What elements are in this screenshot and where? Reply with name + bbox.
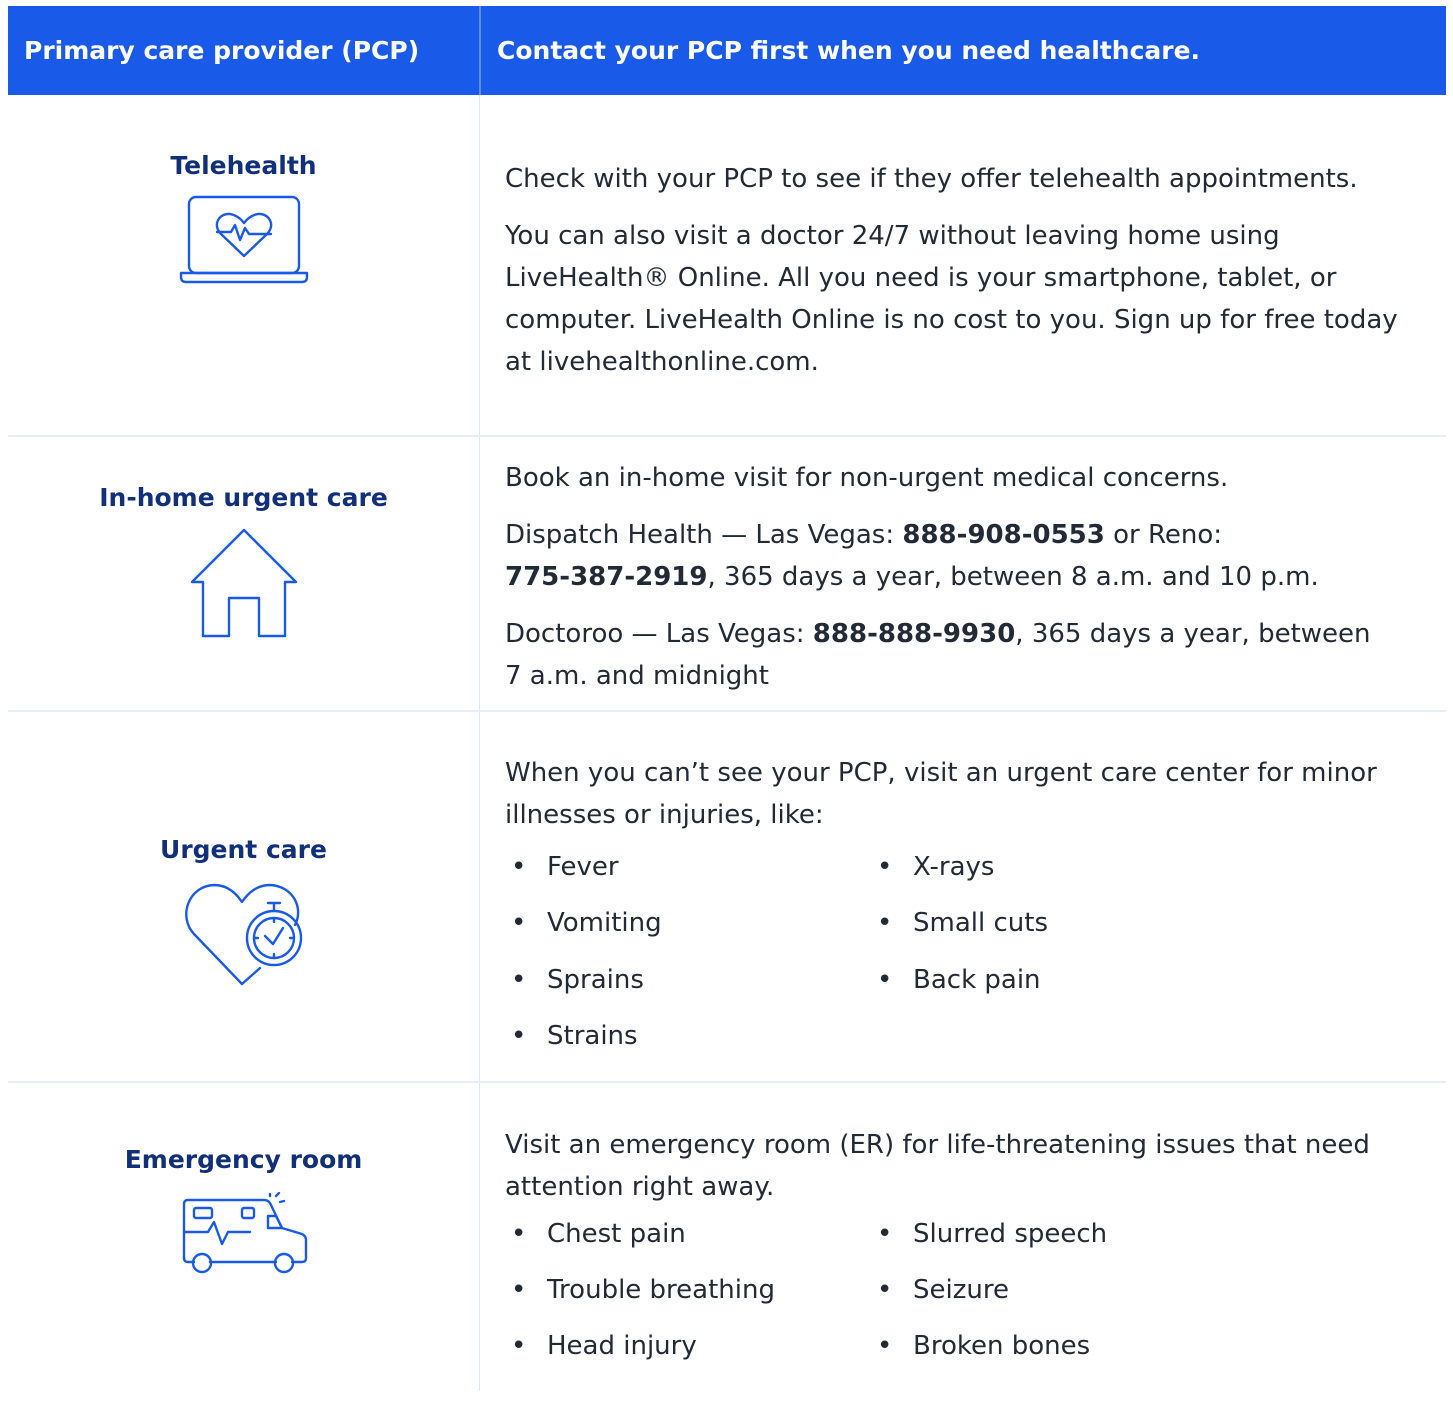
bullet-dot: • [511,1275,527,1305]
list-item-text: Sprains [547,965,644,995]
list-item-text: Vomiting [547,908,662,938]
house-icon [189,526,299,638]
bullet-dot: • [877,852,893,882]
row-description: When you can’t see your PCP, visit an ur… [505,752,1445,1081]
bullet-dot: • [877,1331,893,1361]
list-item: • X-rays [877,846,994,888]
row-description: Visit an emergency room (ER) for life-th… [505,1124,1445,1403]
list-item-text: X-rays [913,852,995,882]
header-right: Contact your PCP first when you need hea… [497,36,1201,65]
list-item: • Trouble breathing [511,1269,775,1311]
list-item-text: Slurred speech [913,1219,1108,1249]
row-title: In-home urgent care [99,483,388,512]
dispatch-health-info: Dispatch Health — Las Vegas: 888-908-055… [505,514,1445,598]
bullet-dot: • [877,965,893,995]
dispatch-suffix: , 365 days a year, between 8 a.m. and 10… [707,562,1319,592]
dispatch-prefix: Dispatch Health — Las Vegas: [505,520,903,550]
list-item-text: Chest pain [547,1219,686,1249]
list-item: • Seizure [877,1269,1009,1311]
row-title: Telehealth [170,151,317,180]
laptop-heart-icon [179,194,309,284]
telehealth-paragraph-1: Check with your PCP to see if they offer… [505,164,1358,194]
heart-stopwatch-icon [182,876,306,988]
list-item-text: Broken bones [913,1331,1091,1361]
list-item: • Sprains [511,959,644,1001]
bullet-dot: • [511,1331,527,1361]
care-options-table: Primary care provider (PCP) Contact your… [8,6,1446,1391]
list-item: • Fever [511,846,619,888]
header-left: Primary care provider (PCP) [24,36,420,65]
row-description: Book an in-home visit for non-urgent med… [505,457,1445,712]
row-telehealth: Telehealth Check with your PCP to see if… [8,95,1446,435]
row-emergency-room: Emergency room Visit an emergency room (… [8,1083,1446,1391]
list-item-text: Head injury [547,1331,697,1361]
list-item-text: Trouble breathing [547,1275,775,1305]
dispatch-phone-reno: 775-387-2919 [505,562,708,592]
ambulance-icon [180,1192,308,1274]
bullet-dot: • [511,1219,527,1249]
list-item: • Broken bones [877,1325,1090,1367]
dispatch-phone-las-vegas: 888-908-0553 [902,520,1105,550]
list-item: • Head injury [511,1325,697,1367]
header-divider [479,6,481,95]
row-title: Urgent care [160,835,327,864]
bullet-dot: • [877,908,893,938]
bullet-dot: • [511,908,527,938]
row-in-home-urgent-care: In-home urgent care Book an in-home visi… [8,437,1446,710]
list-item-text: Seizure [913,1275,1009,1305]
urgent-care-intro: When you can’t see your PCP, visit an ur… [505,758,1377,830]
row-label: Telehealth [8,151,479,284]
row-label: Urgent care [8,835,479,988]
list-item: • Chest pain [511,1213,686,1255]
telehealth-paragraph-2: You can also visit a doctor 24/7 without… [505,221,1398,377]
urgent-care-bullets: • Fever • Vomiting • Sprains • Strains • X-ra… [505,851,1445,1081]
row-urgent-care: Urgent care When you can’t see your PCP,… [8,712,1446,1081]
list-item: • Back pain [877,959,1041,1001]
bullet-dot: • [511,1021,527,1051]
doctoroo-suffix: , 365 days a year, between [1015,619,1371,649]
list-item: • Strains [511,1015,638,1057]
bullet-dot: • [877,1275,893,1305]
row-description: Check with your PCP to see if they offer… [505,158,1445,398]
doctoroo-prefix: Doctoroo — Las Vegas: [505,619,813,649]
list-item: • Small cuts [877,902,1048,944]
list-item-text: Back pain [913,965,1041,995]
in-home-intro: Book an in-home visit for non-urgent med… [505,463,1229,493]
list-item-text: Small cuts [913,908,1048,938]
table-header: Primary care provider (PCP) Contact your… [8,6,1446,95]
dispatch-middle: or Reno: [1104,520,1223,550]
doctoroo-phone: 888-888-9930 [812,619,1016,649]
list-item-text: Fever [547,852,619,882]
bullet-dot: • [511,965,527,995]
row-title: Emergency room [124,1145,363,1174]
list-item: • Slurred speech [877,1213,1107,1255]
row-label: In-home urgent care [8,483,479,638]
list-item-text: Strains [547,1021,638,1051]
row-label: Emergency room [8,1145,479,1274]
emergency-intro: Visit an emergency room (ER) for life-th… [505,1130,1370,1202]
emergency-bullets: • Chest pain • Trouble breathing • Head inj… [505,1219,1445,1403]
doctoroo-info: Doctoroo — Las Vegas: 888-888-9930, 365 … [505,613,1445,697]
list-item: • Vomiting [511,902,662,944]
bullet-dot: • [877,1219,893,1249]
bullet-dot: • [511,852,527,882]
doctoroo-hours: 7 a.m. and midnight [505,661,769,691]
